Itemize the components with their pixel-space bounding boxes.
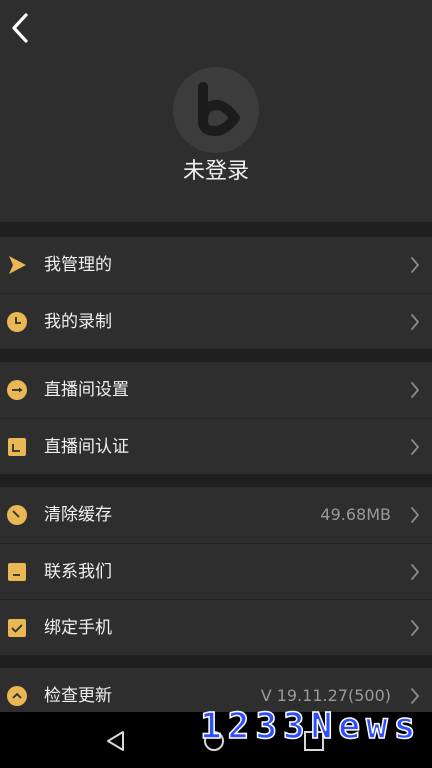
menu-item-clear-cache[interactable]: 清除缓存 49.68MB: [0, 487, 432, 543]
menu-item-label: 联系我们: [44, 562, 112, 582]
contact-icon: [7, 562, 27, 582]
menu-item-bind-phone[interactable]: 绑定手机: [0, 599, 432, 655]
chevron-right-icon: [410, 381, 420, 399]
menu-item-label: 直播间设置: [44, 380, 129, 400]
back-button[interactable]: [6, 10, 34, 46]
clock-icon: [7, 312, 27, 332]
check-square-icon: [7, 437, 27, 457]
chevron-right-icon: [410, 563, 420, 581]
menu-group-live-room: 直播间设置 直播间认证: [0, 362, 432, 474]
menu-group-manage: 我管理的 我的录制: [0, 237, 432, 349]
menu-item-live-room-verification[interactable]: 直播间认证: [0, 418, 432, 474]
login-status-text[interactable]: 未登录: [0, 156, 432, 188]
menu-item-label: 我管理的: [44, 255, 112, 275]
chevron-right-icon: [410, 619, 420, 637]
arrow-circle-icon: [7, 380, 27, 400]
bind-phone-icon: [7, 618, 27, 638]
chevron-left-icon: [12, 13, 28, 43]
chevron-right-icon: [410, 506, 420, 524]
menu-item-label: 绑定手机: [44, 618, 112, 638]
nav-back-icon: [107, 731, 124, 751]
clean-icon: [7, 505, 27, 525]
menu-item-label: 我的录制: [44, 312, 112, 332]
profile-header: 未登录: [0, 0, 432, 222]
menu-item-my-recordings[interactable]: 我的录制: [0, 293, 432, 349]
menu-item-label: 直播间认证: [44, 437, 129, 457]
chevron-right-icon: [410, 438, 420, 456]
menu-item-my-managed[interactable]: 我管理的: [0, 237, 432, 293]
watermark-logo: 1233News: [200, 705, 422, 748]
b-logo-icon: [198, 82, 240, 136]
cache-size-value: 49.68MB: [320, 505, 391, 524]
nav-back-button[interactable]: [105, 730, 127, 752]
update-icon: [7, 686, 27, 706]
menu-item-label: 清除缓存: [44, 505, 112, 525]
menu-item-live-room-settings[interactable]: 直播间设置: [0, 362, 432, 418]
play-flag-icon: [7, 255, 27, 275]
menu-group-general: 清除缓存 49.68MB 联系我们 绑定手机: [0, 487, 432, 655]
chevron-right-icon: [410, 256, 420, 274]
chevron-right-icon: [410, 313, 420, 331]
menu-item-contact-us[interactable]: 联系我们: [0, 543, 432, 599]
avatar[interactable]: [173, 67, 259, 153]
settings-screen: 未登录 我管理的 我的录制 直播间设置 直播间认证 清除缓存 49.68MB 联…: [0, 0, 432, 768]
